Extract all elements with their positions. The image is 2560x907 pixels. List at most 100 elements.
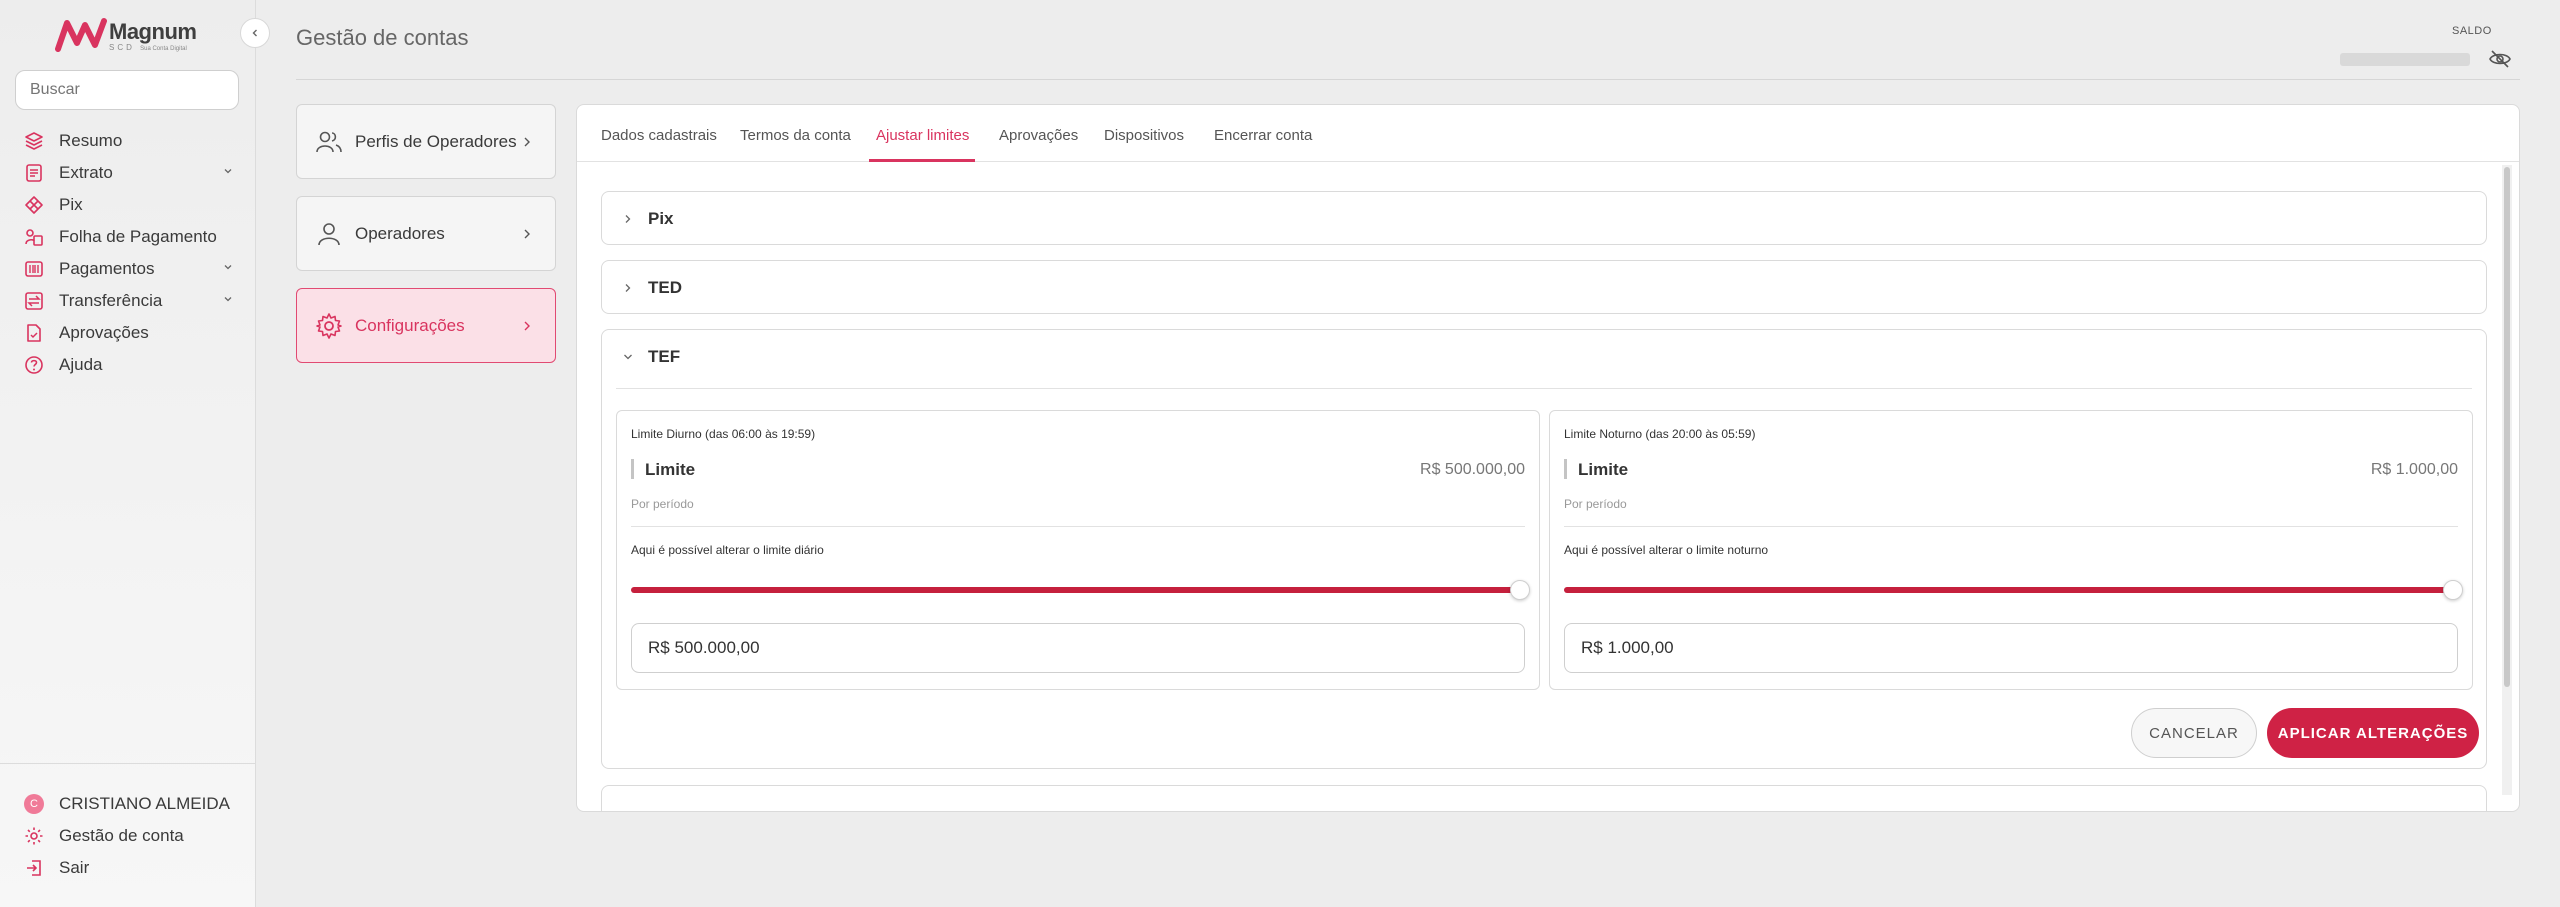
chevron-right-icon xyxy=(524,321,530,331)
divider xyxy=(616,388,2472,389)
accordion-title: TED xyxy=(648,278,682,297)
night-limit-hint: Aqui é possível alterar o limite noturno xyxy=(1564,543,1769,557)
sidebar-item-label: Sair xyxy=(59,858,90,877)
collapse-sidebar-button[interactable] xyxy=(240,18,270,48)
sidebar-item-label: Resumo xyxy=(59,131,123,150)
accordion-title: TEF xyxy=(648,347,681,366)
sidebar-item-label: Pagamentos xyxy=(59,259,155,278)
payroll-icon xyxy=(25,229,43,246)
sidebar-item-resumo[interactable]: Resumo xyxy=(24,125,234,157)
chevron-down-icon xyxy=(224,297,232,302)
accordion-next[interactable] xyxy=(601,785,2487,811)
panel-scrollbar[interactable] xyxy=(2502,165,2512,795)
divider xyxy=(631,526,1525,527)
night-limit-slider-track[interactable] xyxy=(1564,587,2448,593)
chevron-down-icon xyxy=(624,354,632,360)
divider xyxy=(1564,526,2458,527)
chevron-right-icon xyxy=(625,284,631,292)
menu-label: Operadores xyxy=(355,223,445,243)
sidebar-item-extrato[interactable]: Extrato xyxy=(24,157,234,189)
menu-configuracoes[interactable]: Configurações xyxy=(296,288,556,363)
active-tab-indicator xyxy=(869,159,975,162)
day-limit-input[interactable] xyxy=(631,623,1525,673)
accordion-tef-header[interactable]: TEF xyxy=(602,330,2486,384)
brand-sub: SCD xyxy=(109,42,135,52)
gear-icon xyxy=(25,827,43,845)
sidebar-item-label: Transferência xyxy=(59,291,163,310)
accordion-title: Pix xyxy=(648,209,674,228)
day-limit-slider-track[interactable] xyxy=(631,587,1515,593)
balance-hidden-value xyxy=(2340,53,2470,66)
eye-off-icon[interactable] xyxy=(2488,47,2512,71)
night-limit-input[interactable] xyxy=(1564,623,2458,673)
cancel-button[interactable]: CANCELAR xyxy=(2131,708,2257,758)
chevron-left-icon xyxy=(252,29,257,37)
sidebar-item-gestao-conta[interactable]: Gestão de conta xyxy=(24,820,256,852)
search-input[interactable] xyxy=(15,70,239,110)
sidebar: Magnum SCD Sua Conta Digital Resumo Extr… xyxy=(0,0,256,907)
day-limit-card: Limite Diurno (das 06:00 às 19:59) Limit… xyxy=(616,410,1540,690)
magnum-logo-icon xyxy=(55,18,107,52)
sidebar-item-label: Aprovações xyxy=(59,323,149,342)
night-limit-label: Limite xyxy=(1578,460,1629,479)
sidebar-item-label: Folha de Pagamento xyxy=(59,227,217,246)
sidebar-item-label: Extrato xyxy=(59,163,113,182)
menu-label: Configurações xyxy=(355,315,465,335)
accordion-ted[interactable]: TED xyxy=(601,260,2487,314)
header-divider xyxy=(296,79,2520,80)
day-limit-label: Limite xyxy=(645,460,696,479)
tab-encerrar-conta[interactable]: Encerrar conta xyxy=(1214,127,1312,144)
night-limit-title: Limite Noturno (das 20:00 às 05:59) xyxy=(1564,427,1756,441)
night-limit-card: Limite Noturno (das 20:00 às 05:59) Limi… xyxy=(1549,410,2473,690)
tab-ajustar-limites[interactable]: Ajustar limites xyxy=(876,127,969,144)
scrollbar-thumb[interactable] xyxy=(2504,167,2510,687)
day-limit-title: Limite Diurno (das 06:00 às 19:59) xyxy=(631,427,816,441)
page-title: Gestão de contas xyxy=(296,25,469,50)
sidebar-nav: Resumo Extrato Pix Folha de Pagamento Pa… xyxy=(24,125,234,381)
sidebar-item-sair[interactable]: Sair xyxy=(24,852,256,884)
day-limit-value: R$ 500.000,00 xyxy=(1420,461,1525,478)
sidebar-item-ajuda[interactable]: Ajuda xyxy=(24,349,234,381)
tab-aprovacoes[interactable]: Aprovações xyxy=(999,127,1078,144)
day-limit-slider-thumb[interactable] xyxy=(1510,580,1530,600)
sidebar-item-transferencia[interactable]: Transferência xyxy=(24,285,234,317)
tab-termos-conta[interactable]: Termos da conta xyxy=(740,127,851,144)
menu-label: Perfis de Operadores xyxy=(355,131,517,151)
sidebar-item-label: Pix xyxy=(59,195,83,214)
limits-panel: Dados cadastrais Termos da conta Ajustar… xyxy=(576,104,2520,812)
night-limit-slider-thumb[interactable] xyxy=(2443,580,2463,600)
user-profile[interactable]: C CRISTIANO ALMEIDA xyxy=(24,788,256,820)
avatar: C xyxy=(24,794,44,814)
accordion-pix[interactable]: Pix xyxy=(601,191,2487,245)
gear-icon xyxy=(316,312,342,339)
chevron-right-icon xyxy=(625,215,631,223)
sidebar-item-label: Ajuda xyxy=(59,355,103,374)
barcode-icon xyxy=(25,261,43,277)
menu-perfis-operadores[interactable]: Perfis de Operadores xyxy=(296,104,556,179)
day-limit-hint: Aqui é possível alterar o limite diário xyxy=(631,543,824,557)
layers-icon xyxy=(25,132,43,150)
transfer-icon xyxy=(25,292,43,310)
label-marker xyxy=(1564,459,1567,479)
sidebar-item-aprovacoes[interactable]: Aprovações xyxy=(24,317,234,349)
sidebar-item-pagamentos[interactable]: Pagamentos xyxy=(24,253,234,285)
balance-label: SALDO xyxy=(2452,25,2492,37)
day-limit-period: Por período xyxy=(631,497,694,511)
chevron-right-icon xyxy=(524,229,530,239)
tab-dispositivos[interactable]: Dispositivos xyxy=(1104,127,1184,144)
tab-dados-cadastrais[interactable]: Dados cadastrais xyxy=(601,127,717,144)
brand-tagline: Sua Conta Digital xyxy=(140,45,187,52)
brand-logo[interactable]: Magnum SCD Sua Conta Digital xyxy=(55,14,205,56)
document-icon xyxy=(26,164,42,182)
chevron-down-icon xyxy=(224,169,232,174)
chevron-down-icon xyxy=(224,265,232,270)
menu-operadores[interactable]: Operadores xyxy=(296,196,556,271)
sidebar-footer: C CRISTIANO ALMEIDA Gestão de conta Sair xyxy=(0,763,256,884)
users-icon xyxy=(316,131,342,152)
sidebar-item-pix[interactable]: Pix xyxy=(24,189,234,221)
pix-icon xyxy=(25,196,43,214)
user-icon xyxy=(318,222,340,245)
sidebar-item-folha[interactable]: Folha de Pagamento xyxy=(24,221,234,253)
chevron-right-icon xyxy=(524,137,530,147)
apply-changes-button[interactable]: APLICAR ALTERAÇÕES xyxy=(2267,708,2479,758)
